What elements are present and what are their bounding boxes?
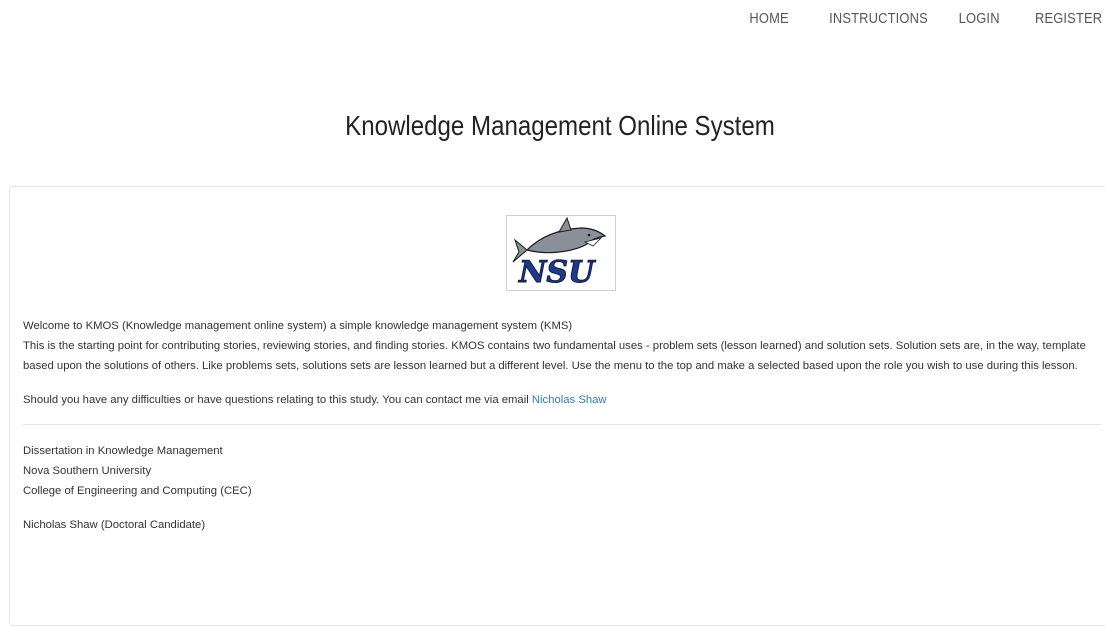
nav-instructions-link[interactable]: INSTRUCTIONS	[829, 10, 928, 27]
welcome-text: Welcome to KMOS (Knowledge management on…	[23, 320, 573, 332]
section-divider	[23, 424, 1101, 425]
contact-prefix: Should you have any difficulties or have…	[23, 394, 532, 406]
dissertation-line: Dissertation in Knowledge Management	[23, 445, 223, 457]
nav-login-link[interactable]: LOGIN	[959, 10, 1000, 27]
university-line: Nova Southern University	[23, 465, 152, 477]
contact-text: Should you have any difficulties or have…	[23, 390, 1101, 410]
college-line: College of Engineering and Computing (CE…	[23, 485, 252, 497]
top-navigation: HOME INSTRUCTIONS LOGIN REGISTER	[743, 10, 1102, 27]
nav-register-link[interactable]: REGISTER	[1035, 10, 1102, 27]
description-text: This is the starting point for contribut…	[23, 340, 1086, 372]
email-contact-link[interactable]: Nicholas Shaw	[532, 394, 607, 406]
logo-lettering: NSU	[518, 255, 596, 290]
nav-home-link[interactable]: HOME	[750, 10, 789, 27]
shark-logo-graphic: NSU	[512, 216, 607, 291]
author-line: Nicholas Shaw (Doctoral Candidate)	[23, 519, 206, 531]
welcome-content: Welcome to KMOS (Knowledge management on…	[23, 316, 1101, 535]
page-title: Knowledge Management Online System	[345, 110, 775, 141]
nsu-shark-logo: NSU	[506, 215, 616, 291]
